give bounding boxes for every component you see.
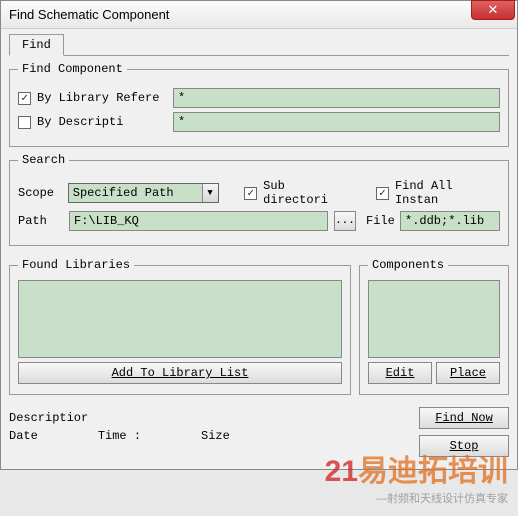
components-list[interactable] xyxy=(368,280,500,358)
tabstrip: Find xyxy=(9,33,509,56)
find-now-button[interactable]: Find Now xyxy=(419,407,509,429)
found-libraries-group: Found Libraries Add To Library List xyxy=(9,258,351,395)
tab-find[interactable]: Find xyxy=(9,34,64,56)
find-component-group: Find Component By Library Refere By Desc… xyxy=(9,62,509,147)
by-description-input[interactable] xyxy=(173,112,500,132)
by-lib-ref-checkbox[interactable] xyxy=(18,92,31,105)
components-legend: Components xyxy=(368,258,448,272)
search-legend: Search xyxy=(18,153,69,167)
description-label: Descriptior xyxy=(9,411,88,425)
found-libraries-legend: Found Libraries xyxy=(18,258,134,272)
find-component-legend: Find Component xyxy=(18,62,127,76)
edit-button[interactable]: Edit xyxy=(368,362,432,384)
close-button[interactable]: ✕ xyxy=(471,0,515,20)
stop-button[interactable]: Stop xyxy=(419,435,509,457)
path-label: Path xyxy=(18,214,63,228)
by-lib-ref-input[interactable] xyxy=(173,88,500,108)
chevron-down-icon[interactable]: ▼ xyxy=(202,184,218,202)
titlebar: Find Schematic Component ✕ xyxy=(1,1,517,29)
sub-directories-label: Sub directori xyxy=(263,179,354,207)
find-all-checkbox[interactable] xyxy=(376,187,389,200)
file-filter-input[interactable] xyxy=(400,211,500,231)
browse-button[interactable]: ... xyxy=(334,211,356,231)
found-libraries-list[interactable] xyxy=(18,280,342,358)
window-title: Find Schematic Component xyxy=(9,7,169,22)
scope-label: Scope xyxy=(18,186,62,200)
scope-value: Specified Path xyxy=(69,186,202,200)
path-input[interactable] xyxy=(69,211,328,231)
place-button[interactable]: Place xyxy=(436,362,500,384)
date-label: Date xyxy=(9,429,38,443)
sub-directories-checkbox[interactable] xyxy=(244,187,257,200)
components-group: Components Edit Place xyxy=(359,258,509,395)
size-label: Size xyxy=(201,429,230,443)
add-to-library-list-button[interactable]: Add To Library List xyxy=(18,362,342,384)
time-label: Time : xyxy=(98,429,141,443)
by-description-label: By Descripti xyxy=(37,115,167,129)
scope-select[interactable]: Specified Path ▼ xyxy=(68,183,219,203)
by-lib-ref-label: By Library Refere xyxy=(37,91,167,105)
by-description-checkbox[interactable] xyxy=(18,116,31,129)
search-group: Search Scope Specified Path ▼ Sub direct… xyxy=(9,153,509,246)
find-all-label: Find All Instan xyxy=(395,179,500,207)
file-label: File xyxy=(366,214,394,228)
